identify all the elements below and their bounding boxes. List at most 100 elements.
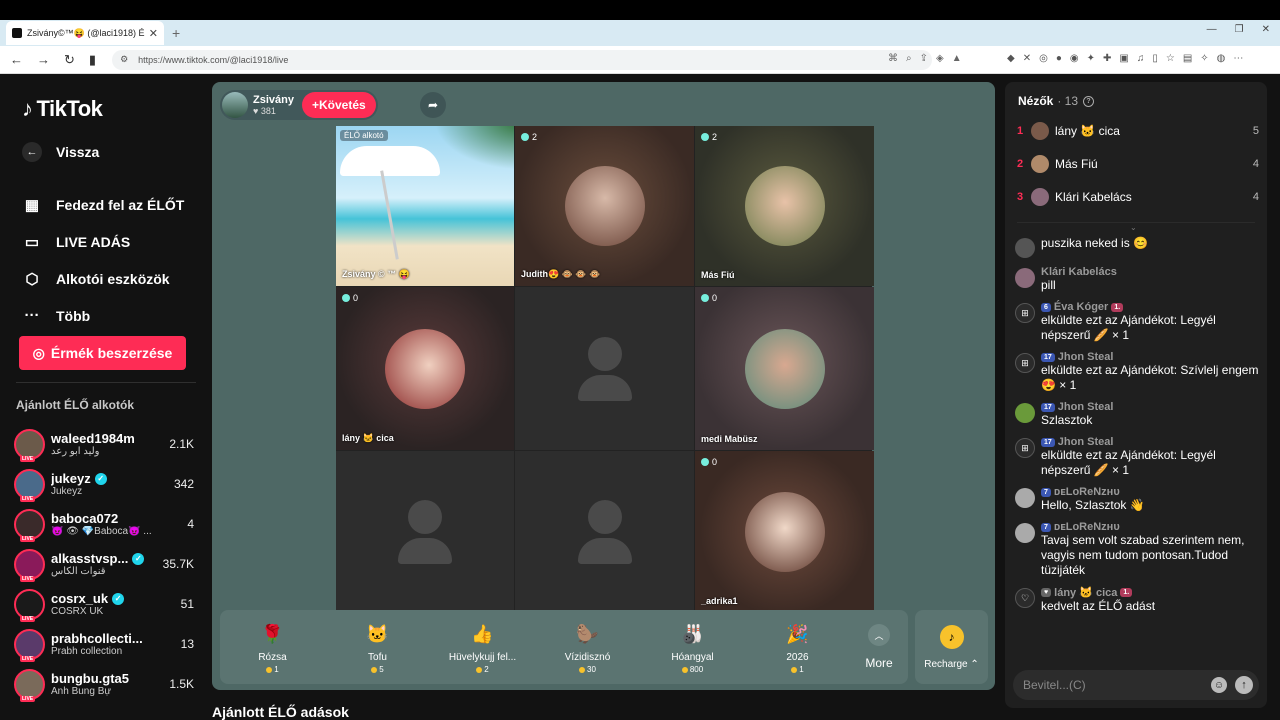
- maximize-icon[interactable]: ❐: [1235, 24, 1244, 35]
- empty-seat[interactable]: [515, 451, 694, 612]
- tiktok-logo[interactable]: ♪ TikTok: [22, 96, 103, 122]
- list-item[interactable]: LIVE prabhcollecti... Prabh collection 13: [14, 624, 194, 664]
- guest-cell[interactable]: 0 medi Mabüsz: [695, 287, 874, 450]
- gift-2026[interactable]: 🎉 2026 1: [745, 610, 850, 684]
- collections-icon[interactable]: ▤: [1183, 53, 1192, 64]
- url-field[interactable]: ⚙ https://www.tiktok.com/@laci1918/live: [112, 49, 933, 70]
- get-coins-button[interactable]: ◎ Érmék beszerzése: [19, 336, 186, 370]
- sidebar-item-more[interactable]: ··· Több: [22, 297, 184, 334]
- empty-seat[interactable]: [336, 451, 514, 612]
- gift-tofu[interactable]: 🐱 Tofu 5: [325, 610, 430, 684]
- warning-icon[interactable]: ▲: [952, 53, 962, 64]
- username[interactable]: lány 🐱 cica: [1054, 586, 1117, 599]
- host-name[interactable]: Zsivány: [253, 94, 294, 106]
- guest-cell[interactable]: 2 Judith😍 🐵 🐵 🐵: [515, 126, 694, 286]
- send-icon[interactable]: ↑: [1235, 676, 1253, 694]
- close-tab-icon[interactable]: ✕: [149, 27, 158, 40]
- reload-icon[interactable]: ↻: [64, 52, 75, 68]
- extension-icon[interactable]: ◉: [1070, 53, 1079, 64]
- chat-panel: Nézők · 13 ? 1 lány 🐱 cica 5 2 Más Fiú 4…: [1005, 82, 1267, 708]
- tiktok-coin-icon: ♪: [939, 624, 964, 649]
- minimize-icon[interactable]: —: [1207, 24, 1217, 35]
- empty-seat[interactable]: [515, 287, 694, 450]
- username[interactable]: Éva Kóger: [1054, 301, 1108, 313]
- coin-icon: ◎: [32, 344, 45, 361]
- chevron-down-icon[interactable]: ⌄: [1130, 223, 1137, 232]
- username[interactable]: Jhon Steal: [1058, 401, 1114, 413]
- screenshot-icon[interactable]: ▣: [1119, 53, 1128, 64]
- guest-cell-host[interactable]: ÉLŐ alkotó Zsivány © ™ 😝: [336, 126, 514, 286]
- back-button[interactable]: ← Vissza: [22, 142, 99, 162]
- username[interactable]: ᴅᴇLoReNᴢʜᴜ: [1054, 521, 1120, 533]
- menu-icon[interactable]: ⋯: [1233, 53, 1243, 64]
- sidebar-item-creator-tools[interactable]: ⬡ Alkotói eszközök: [22, 260, 184, 297]
- level-badge: 17: [1041, 352, 1055, 362]
- gift-thumbs-up[interactable]: 👍 Hüvelykujj fel... 2: [430, 610, 535, 684]
- back-icon[interactable]: ←: [10, 52, 23, 68]
- shield-icon[interactable]: ◈: [936, 53, 944, 64]
- guest-cell[interactable]: 0 lány 🐱 cica: [336, 287, 514, 450]
- avatar: [1015, 238, 1035, 258]
- guest-cell[interactable]: 0 _adrika1: [695, 451, 874, 612]
- avatar: [1031, 121, 1049, 140]
- copilot-icon[interactable]: ✧: [1200, 53, 1208, 64]
- chat-input[interactable]: [1023, 678, 1203, 692]
- site-settings-icon[interactable]: ⚙: [120, 54, 128, 65]
- music-icon[interactable]: ♫: [1137, 53, 1145, 64]
- security-icon[interactable]: ◍: [1217, 53, 1226, 64]
- list-item[interactable]: LIVE alkasstvsp... ✓ قنوات الكأس 35.7K: [14, 544, 194, 584]
- live-creator-tag: ÉLŐ alkotó: [340, 130, 388, 141]
- zoom-icon[interactable]: ⌕: [906, 53, 912, 64]
- verified-icon: ✓: [112, 592, 125, 605]
- list-item[interactable]: LIVE waleed1984m وليد ابو رعد 2.1K: [14, 424, 194, 464]
- translate-icon[interactable]: ⌘: [888, 53, 898, 64]
- extension-icon[interactable]: ◎: [1039, 53, 1048, 64]
- coin-icon: [681, 666, 688, 673]
- recharge-button[interactable]: ♪ Recharge ⌃: [915, 610, 988, 684]
- live-calendar-icon: ▦: [24, 196, 40, 214]
- level-badge: 17: [1041, 402, 1055, 412]
- new-tab-icon[interactable]: +: [172, 25, 180, 41]
- list-item[interactable]: LIVE bungbu.gta5 Anh Bung Bự 1.5K: [14, 664, 194, 704]
- extension-icon[interactable]: ✦: [1087, 53, 1095, 64]
- level-badge: 7: [1041, 522, 1051, 532]
- emoji-icon[interactable]: ☺: [1211, 677, 1227, 693]
- forward-icon[interactable]: →: [37, 52, 50, 68]
- extension-icon[interactable]: ◆: [1007, 53, 1015, 64]
- sidebar-icon[interactable]: ▯: [1152, 53, 1158, 64]
- extension-icon[interactable]: ●: [1056, 53, 1062, 64]
- list-item[interactable]: 3 Klári Kabelács 4: [1017, 180, 1259, 213]
- list-item[interactable]: 1 lány 🐱 cica 5: [1017, 114, 1259, 147]
- avatar: LIVE: [14, 428, 45, 462]
- browser-tab[interactable]: Zsivány©™😝 (@laci1918) Él... ✕: [6, 21, 164, 45]
- camera-icon: ▭: [24, 233, 40, 251]
- more-gifts-button[interactable]: ︿ More: [850, 610, 908, 684]
- sidebar-item-explore-live[interactable]: ▦ Fedezd fel az ÉLŐT: [22, 186, 184, 223]
- help-icon[interactable]: ?: [1083, 95, 1095, 107]
- bookmark-icon[interactable]: ▮: [89, 52, 96, 68]
- favorites-icon[interactable]: ☆: [1166, 53, 1175, 64]
- follow-button[interactable]: + Követés: [301, 92, 376, 118]
- gift-snow-angel[interactable]: 🎳 Hóangyal 800: [640, 610, 745, 684]
- gift-rose[interactable]: 🌹 Rózsa 1: [220, 610, 325, 684]
- share-button[interactable]: ➦: [420, 92, 446, 118]
- gift-capybara[interactable]: 🦫 Vízidisznó 30: [535, 610, 640, 684]
- url-text: https://www.tiktok.com/@laci1918/live: [138, 54, 289, 65]
- list-item[interactable]: LIVE jukeyz ✓ Jukeyz 342: [14, 464, 194, 504]
- puzzle-icon[interactable]: ✚: [1103, 53, 1111, 64]
- username[interactable]: Jhon Steal: [1058, 436, 1114, 448]
- host-avatar[interactable]: [222, 92, 248, 118]
- extension-icon[interactable]: ✕: [1023, 53, 1031, 64]
- sidebar-item-go-live[interactable]: ▭ LIVE ADÁS: [22, 223, 184, 260]
- viewer-dot-icon: [342, 294, 350, 302]
- list-item[interactable]: 2 Más Fiú 4: [1017, 147, 1259, 180]
- address-bar: ← → ↻ ▮ ⚙ https://www.tiktok.com/@laci19…: [0, 46, 1280, 74]
- list-item[interactable]: LIVE baboca072 😈 👁 💎Baboca😈 ... 4: [14, 504, 194, 544]
- close-window-icon[interactable]: ✕: [1262, 24, 1270, 35]
- guest-cell[interactable]: 2 Más Fiú: [695, 126, 874, 286]
- level-badge: 6: [1041, 302, 1051, 312]
- list-item[interactable]: LIVE cosrx_uk ✓ COSRX UK 51: [14, 584, 194, 624]
- username[interactable]: Jhon Steal: [1058, 351, 1114, 363]
- share-page-icon[interactable]: ⇪: [920, 53, 928, 64]
- username[interactable]: ᴅᴇLoReNᴢʜᴜ: [1054, 486, 1120, 498]
